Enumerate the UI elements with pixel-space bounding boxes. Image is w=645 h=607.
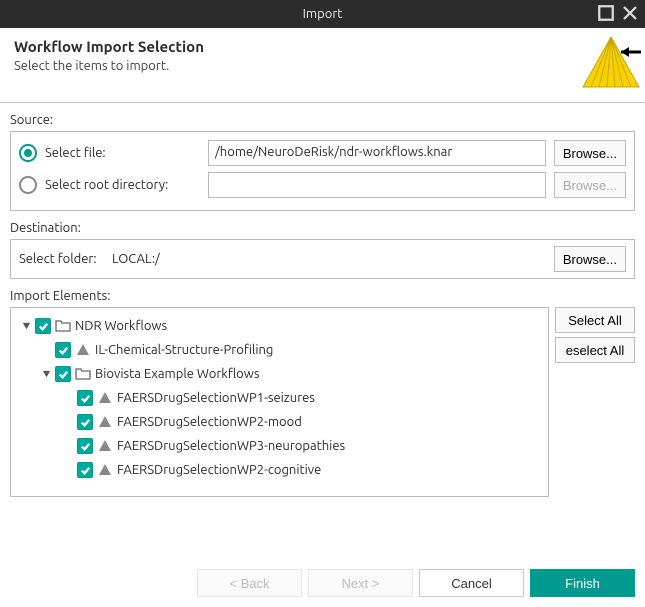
checkbox[interactable] — [55, 366, 71, 382]
header-subtitle: Select the items to import. — [14, 59, 631, 73]
folder-icon — [55, 318, 71, 334]
select-dir-input[interactable] — [208, 172, 546, 198]
checkbox[interactable] — [77, 462, 93, 478]
tree-row-root[interactable]: NDR Workflows — [15, 314, 544, 338]
window-controls — [597, 4, 639, 22]
import-elements-tree[interactable]: NDR Workflows IL-Chemical-Structure-Prof… — [10, 307, 549, 497]
expand-icon[interactable] — [19, 319, 33, 333]
source-file-row: Select file: /home/NeuroDeRisk/ndr-workf… — [19, 140, 626, 166]
tree-row-item[interactable]: FAERSDrugSelectionWP1-seizures — [15, 386, 544, 410]
browse-folder-button[interactable]: Browse... — [554, 246, 626, 272]
back-button: < Back — [197, 569, 302, 597]
tree-label: FAERSDrugSelectionWP1-seizures — [117, 391, 315, 405]
maximize-icon[interactable] — [597, 4, 615, 22]
window-title: Import — [303, 7, 343, 21]
checkbox[interactable] — [77, 438, 93, 454]
tree-label: FAERSDrugSelectionWP2-cognitive — [117, 463, 321, 477]
wizard-footer: < Back Next > Cancel Finish — [10, 569, 635, 597]
deselect-all-button[interactable]: eselect All — [555, 337, 635, 363]
select-all-button[interactable]: Select All — [555, 307, 635, 333]
tree-row-item[interactable]: FAERSDrugSelectionWP2-mood — [15, 410, 544, 434]
select-folder-value: LOCAL:/ — [112, 252, 546, 266]
tree-label: FAERSDrugSelectionWP3-neuropathies — [117, 439, 345, 453]
window-titlebar: Import — [0, 0, 645, 28]
tree-label: FAERSDrugSelectionWP2-mood — [117, 415, 302, 429]
source-dir-row: Select root directory: Browse... — [19, 172, 626, 198]
browse-file-button[interactable]: Browse... — [554, 140, 626, 166]
destination-label: Destination: — [10, 221, 635, 235]
close-icon[interactable] — [621, 4, 639, 22]
select-file-radio[interactable] — [19, 144, 37, 162]
workflow-icon — [97, 462, 113, 478]
tree-label: NDR Workflows — [75, 319, 167, 333]
import-elements-label: Import Elements: — [10, 289, 635, 303]
workflow-icon — [75, 342, 91, 358]
app-logo-icon — [581, 32, 641, 92]
checkbox[interactable] — [77, 414, 93, 430]
tree-row-item[interactable]: FAERSDrugSelectionWP3-neuropathies — [15, 434, 544, 458]
source-label: Source: — [10, 113, 635, 127]
select-dir-label: Select root directory: — [45, 178, 200, 192]
checkbox[interactable] — [55, 342, 71, 358]
workflow-icon — [97, 438, 113, 454]
select-file-input[interactable]: /home/NeuroDeRisk/ndr-workflows.knar — [208, 140, 546, 166]
tree-row-folder[interactable]: Biovista Example Workflows — [15, 362, 544, 386]
finish-button[interactable]: Finish — [530, 569, 635, 597]
tree-action-buttons: Select All eselect All — [555, 307, 635, 497]
select-dir-radio[interactable] — [19, 176, 37, 194]
tree-row-item[interactable]: FAERSDrugSelectionWP2-cognitive — [15, 458, 544, 482]
dialog-header: Workflow Import Selection Select the ite… — [0, 28, 645, 103]
checkbox[interactable] — [77, 390, 93, 406]
workflow-icon — [97, 414, 113, 430]
header-title: Workflow Import Selection — [14, 38, 631, 55]
expand-icon[interactable] — [39, 367, 53, 381]
folder-icon — [75, 366, 91, 382]
select-file-label: Select file: — [45, 146, 200, 160]
select-folder-label: Select folder: — [19, 252, 104, 266]
next-button: Next > — [308, 569, 413, 597]
checkbox[interactable] — [35, 318, 51, 334]
cancel-button[interactable]: Cancel — [419, 569, 524, 597]
browse-dir-button: Browse... — [554, 172, 626, 198]
destination-group: Select folder: LOCAL:/ Browse... — [10, 239, 635, 279]
source-group: Select file: /home/NeuroDeRisk/ndr-workf… — [10, 131, 635, 211]
tree-label: IL-Chemical-Structure-Profiling — [95, 343, 273, 357]
tree-row-item[interactable]: IL-Chemical-Structure-Profiling — [15, 338, 544, 362]
tree-label: Biovista Example Workflows — [95, 367, 260, 381]
workflow-icon — [97, 390, 113, 406]
